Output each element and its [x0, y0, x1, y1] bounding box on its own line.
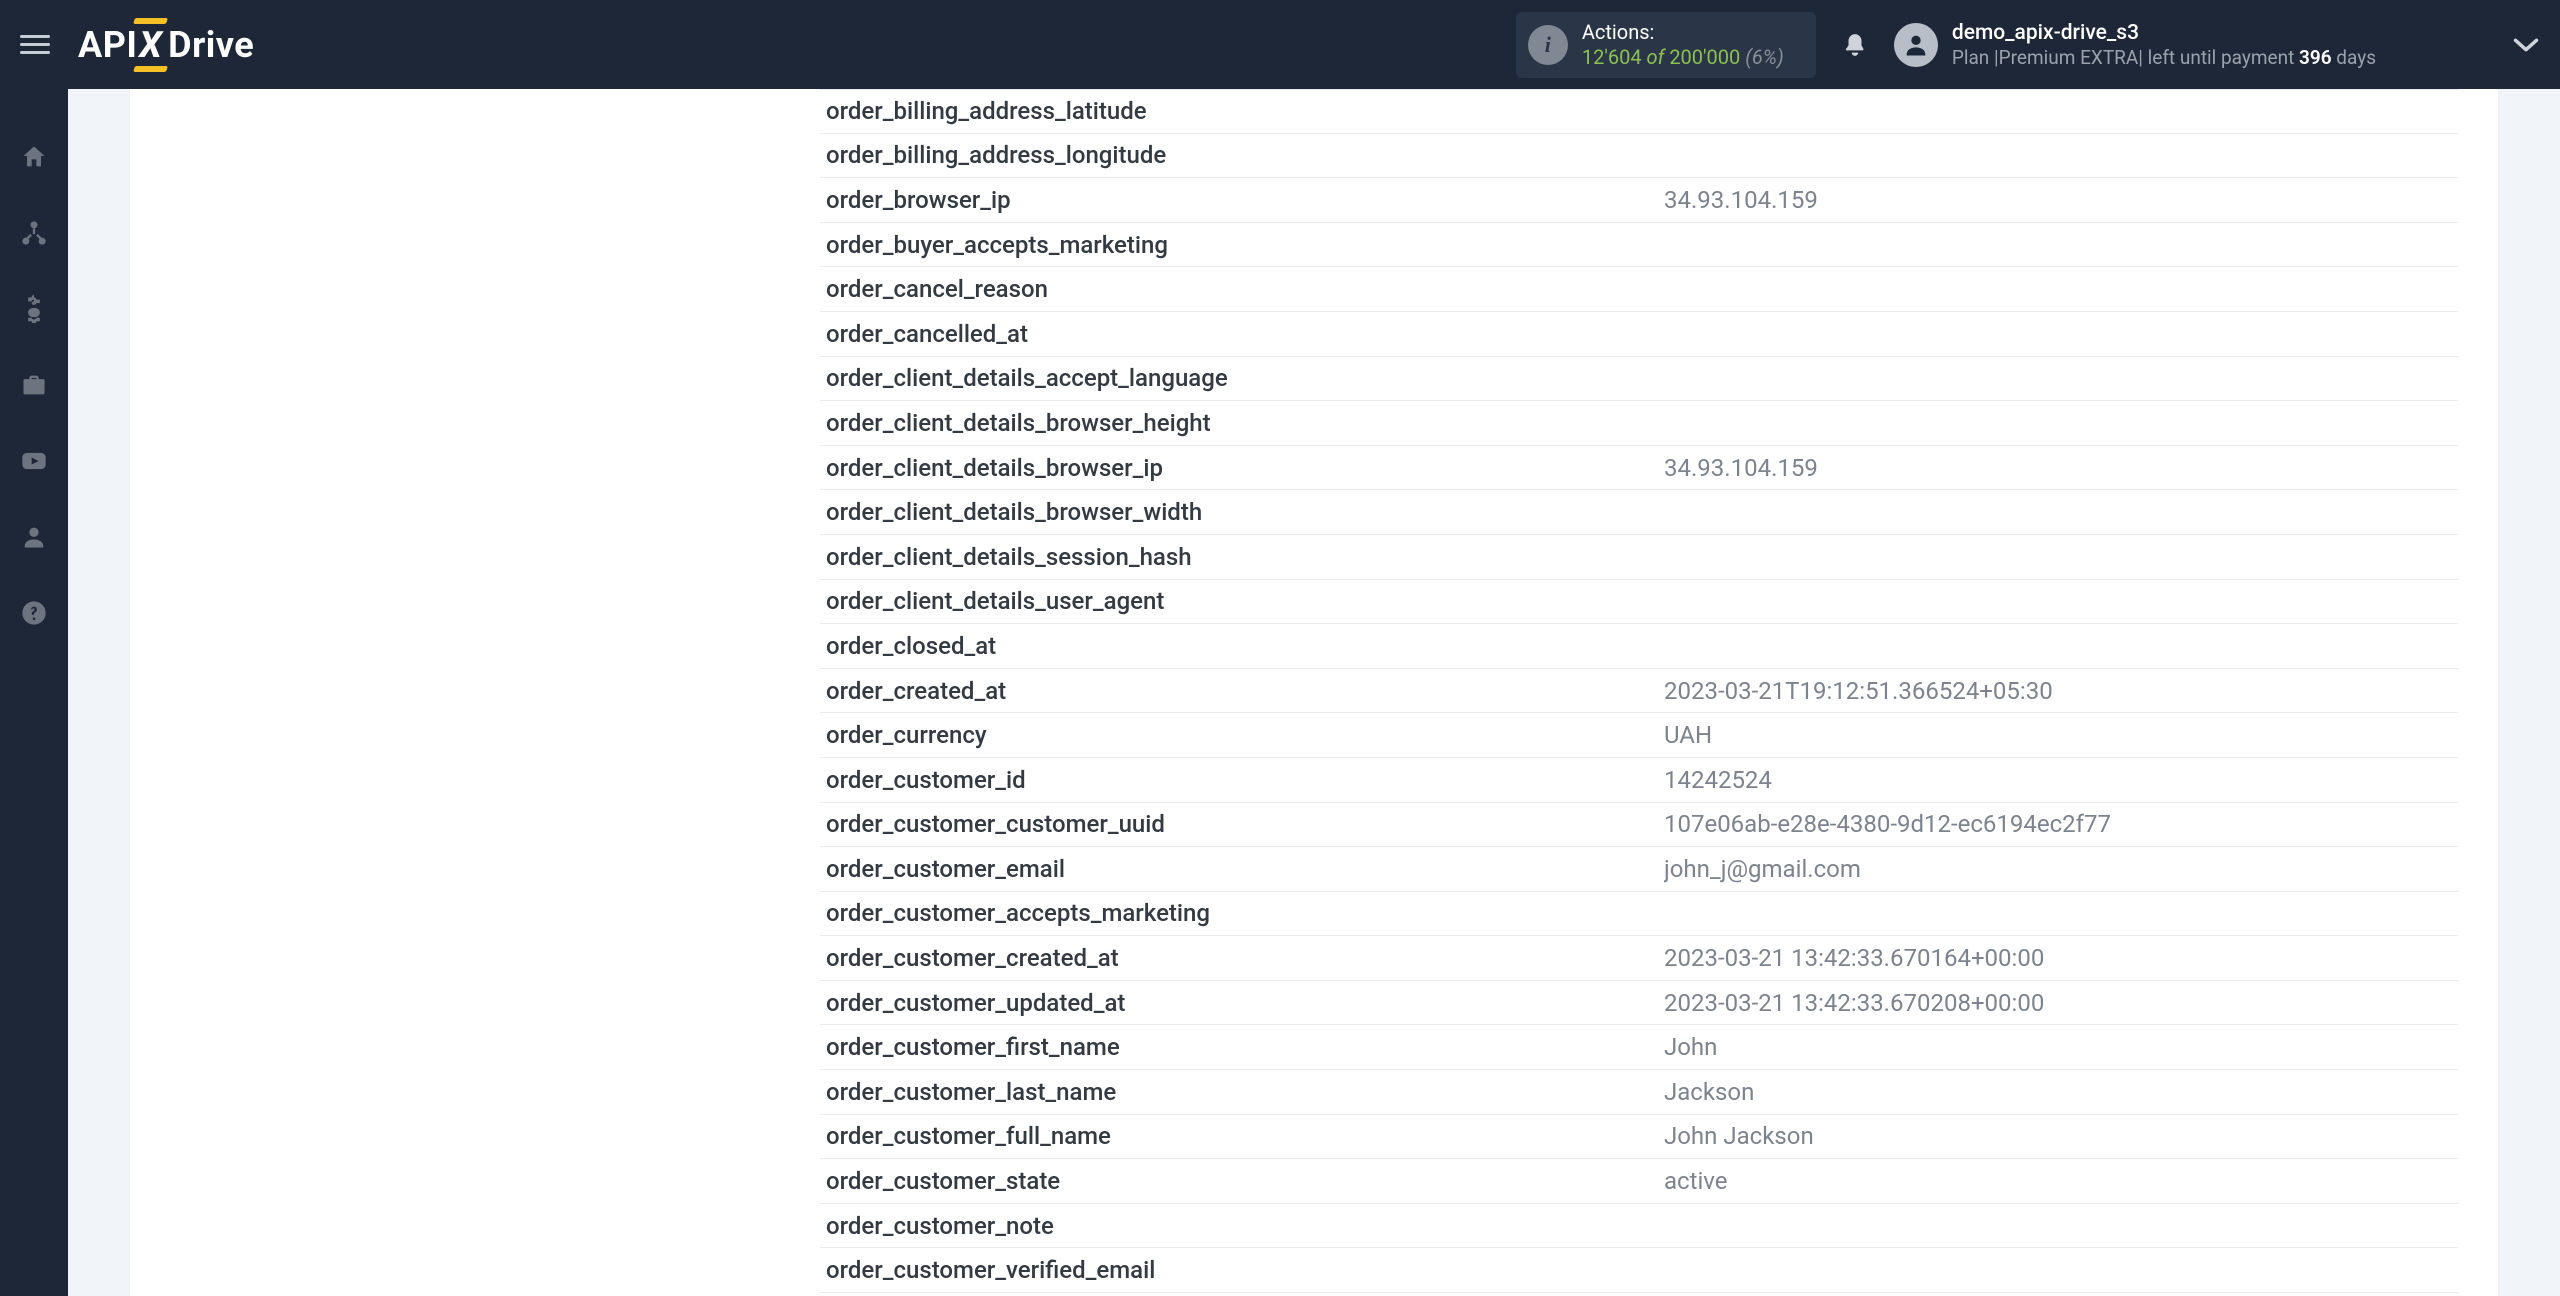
- data-table: order_billing_address_latitude order_bill…: [820, 89, 2458, 1296]
- data-row: order_customer_stateactive: [820, 1159, 2458, 1204]
- field-value: 34.93.104.159: [1664, 454, 2452, 482]
- info-icon: i: [1528, 25, 1568, 65]
- field-key: order_closed_at: [826, 632, 1664, 660]
- field-key: order_client_details_user_agent: [826, 587, 1664, 615]
- data-row: order_billing_address_latitude: [820, 89, 2458, 134]
- data-row: order_customer_first_nameJohn: [820, 1025, 2458, 1070]
- field-value: 107e06ab-e28e-4380-9d12-ec6194ec2f77: [1664, 810, 2452, 838]
- field-key: order_customer_customer_uuid: [826, 810, 1664, 838]
- avatar-icon: [1894, 23, 1938, 67]
- data-row: order_buyer_accepts_marketing: [820, 223, 2458, 268]
- field-key: order_customer_state: [826, 1167, 1664, 1195]
- content-panel: order_billing_address_latitude order_bill…: [130, 89, 2498, 1296]
- field-key: order_customer_id: [826, 766, 1664, 794]
- field-value: john_j@gmail.com: [1664, 855, 2452, 883]
- data-row: order_customer_emailjohn_j@gmail.com: [820, 847, 2458, 892]
- field-value: Jackson: [1664, 1078, 2452, 1106]
- field-value: 2023-03-21 13:42:33.670164+00:00: [1664, 944, 2452, 972]
- field-key: order_client_details_browser_width: [826, 498, 1664, 526]
- user-plan: Plan |Premium EXTRA| left until payment …: [1952, 46, 2376, 70]
- field-key: order_customer_full_name: [826, 1122, 1664, 1150]
- field-key: order_cancelled_at: [826, 320, 1664, 348]
- user-name: demo_apix-drive_s3: [1952, 20, 2376, 46]
- sidebar-item-billing[interactable]: [0, 285, 68, 333]
- sidebar-item-help[interactable]: [0, 589, 68, 637]
- field-value: 2023-03-21 13:42:33.670208+00:00: [1664, 989, 2452, 1017]
- field-value: 2023-03-21T19:12:51.366524+05:30: [1664, 677, 2452, 705]
- notifications-icon[interactable]: [1842, 30, 1868, 60]
- data-row: order_customer_note: [820, 1204, 2458, 1249]
- data-row: order_customer_accepts_marketing: [820, 892, 2458, 937]
- user-menu[interactable]: demo_apix-drive_s3 Plan |Premium EXTRA| …: [1894, 20, 2376, 70]
- field-value: UAH: [1664, 721, 2452, 749]
- field-key: order_client_details_accept_language: [826, 364, 1664, 392]
- field-value: 34.93.104.159: [1664, 186, 2452, 214]
- main-content: order_billing_address_latitude order_bill…: [68, 89, 2560, 1296]
- data-row: order_browser_ip34.93.104.159: [820, 178, 2458, 223]
- field-value: 14242524: [1664, 766, 2452, 794]
- data-row: order_customer_updated_at2023-03-21 13:4…: [820, 981, 2458, 1026]
- field-key: order_cancel_reason: [826, 275, 1664, 303]
- chevron-down-icon[interactable]: [2512, 36, 2540, 54]
- sidebar-item-account[interactable]: [0, 513, 68, 561]
- data-row: order_created_at2023-03-21T19:12:51.3665…: [820, 669, 2458, 714]
- field-key: order_billing_address_latitude: [826, 97, 1664, 125]
- data-row: order_cancelled_at: [820, 312, 2458, 357]
- data-row: order_client_details_browser_height: [820, 401, 2458, 446]
- data-row: order_client_details_user_agent: [820, 580, 2458, 625]
- field-key: order_currency: [826, 721, 1664, 749]
- data-row: order_cancel_reason: [820, 267, 2458, 312]
- data-row: order_billing_address_longitude: [820, 134, 2458, 179]
- sidebar-item-youtube[interactable]: [0, 437, 68, 485]
- field-key: order_client_details_browser_height: [826, 409, 1664, 437]
- data-row: order_customer_verified_email: [820, 1248, 2458, 1293]
- data-row: order_currencyUAH: [820, 713, 2458, 758]
- logo-text-drive: Drive: [168, 24, 254, 66]
- field-key: order_customer_verified_email: [826, 1256, 1664, 1284]
- data-row: order_closed_at: [820, 624, 2458, 669]
- data-row: order_customer_last_nameJackson: [820, 1070, 2458, 1115]
- field-key: order_customer_first_name: [826, 1033, 1664, 1061]
- sidebar: [0, 89, 68, 1296]
- data-row: order_customer_full_nameJohn Jackson: [820, 1115, 2458, 1160]
- field-key: order_customer_created_at: [826, 944, 1664, 972]
- field-value: John Jackson: [1664, 1122, 2452, 1150]
- logo-text-api: API: [78, 24, 137, 66]
- data-row: order_customer_customer_uuid107e06ab-e28…: [820, 803, 2458, 848]
- field-key: order_customer_last_name: [826, 1078, 1664, 1106]
- sidebar-item-connections[interactable]: [0, 209, 68, 257]
- actions-usage[interactable]: i Actions: 12'604 of 200'000 (6%): [1516, 12, 1816, 78]
- logo[interactable]: API X Drive: [78, 24, 254, 66]
- field-key: order_client_details_browser_ip: [826, 454, 1664, 482]
- field-key: order_billing_address_longitude: [826, 141, 1664, 169]
- field-value: John: [1664, 1033, 2452, 1061]
- data-row: order_customer_id14242524: [820, 758, 2458, 803]
- field-key: order_customer_note: [826, 1212, 1664, 1240]
- field-key: order_created_at: [826, 677, 1664, 705]
- data-row: order_client_details_browser_ip34.93.104…: [820, 446, 2458, 491]
- logo-text-x: X: [139, 24, 162, 66]
- actions-label: Actions:: [1582, 20, 1784, 45]
- sidebar-item-home[interactable]: [0, 133, 68, 181]
- data-row: order_client_details_accept_language: [820, 357, 2458, 402]
- sidebar-item-briefcase[interactable]: [0, 361, 68, 409]
- field-key: order_browser_ip: [826, 186, 1664, 214]
- field-key: order_customer_email: [826, 855, 1664, 883]
- data-row: order_client_details_browser_width: [820, 490, 2458, 535]
- data-row: order_customer_created_at2023-03-21 13:4…: [820, 936, 2458, 981]
- field-value: active: [1664, 1167, 2452, 1195]
- menu-toggle[interactable]: [20, 30, 50, 60]
- header: API X Drive i Actions: 12'604 of 200'000…: [0, 0, 2560, 89]
- field-key: order_client_details_session_hash: [826, 543, 1664, 571]
- field-key: order_customer_updated_at: [826, 989, 1664, 1017]
- actions-numbers: 12'604 of 200'000 (6%): [1582, 45, 1784, 70]
- field-key: order_customer_accepts_marketing: [826, 899, 1664, 927]
- data-row: order_client_details_session_hash: [820, 535, 2458, 580]
- field-key: order_buyer_accepts_marketing: [826, 231, 1664, 259]
